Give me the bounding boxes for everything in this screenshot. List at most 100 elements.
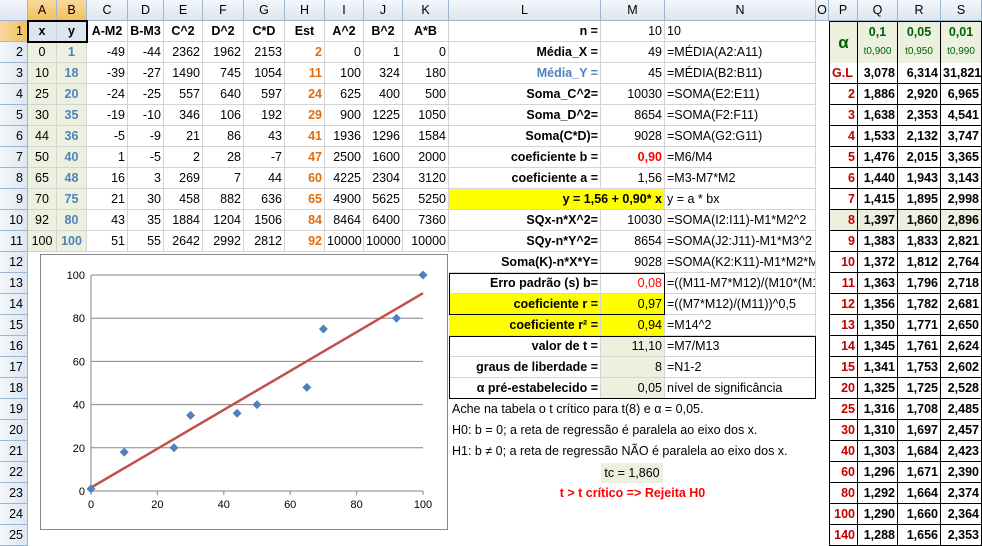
gl-cell[interactable]: 8	[829, 210, 858, 231]
table-cell[interactable]: 597	[244, 84, 285, 105]
table-cell[interactable]: 8464	[325, 210, 364, 231]
table-cell[interactable]: 30	[28, 105, 57, 126]
table-cell[interactable]: 24	[285, 84, 325, 105]
ttable-cell[interactable]: 1,761	[898, 336, 941, 357]
table-cell[interactable]: 1	[57, 42, 87, 63]
ttable-cell[interactable]: 1,771	[898, 315, 941, 336]
table-cell[interactable]: 2992	[203, 231, 244, 252]
ttable-cell[interactable]: 2,718	[941, 273, 982, 294]
table-cell[interactable]: 2000	[403, 147, 449, 168]
scatter-chart[interactable]: 0 20 40 60 80 100 0 20 40 60 80 100	[40, 254, 448, 530]
header-cell[interactable]: Est	[285, 21, 325, 42]
stat-value[interactable]: 0,05	[601, 378, 665, 399]
table-cell[interactable]: 2500	[325, 147, 364, 168]
column-header-h[interactable]: H	[285, 0, 325, 21]
ttable-cell[interactable]: 1,303	[858, 441, 898, 462]
ttable-cell[interactable]: 1,292	[858, 483, 898, 504]
ttable-cell[interactable]: 1,397	[858, 210, 898, 231]
table-cell[interactable]: 84	[285, 210, 325, 231]
ttable-cell[interactable]: 1,415	[858, 189, 898, 210]
ttable-cell[interactable]: 1,895	[898, 189, 941, 210]
table-cell[interactable]: 70	[28, 189, 57, 210]
formula-cell[interactable]: =M6/M4	[665, 147, 816, 168]
ttable-cell[interactable]: 3,143	[941, 168, 982, 189]
stat-value[interactable]: 9028	[601, 126, 665, 147]
table-cell[interactable]: 65	[285, 189, 325, 210]
table-cell[interactable]: 11	[285, 63, 325, 84]
formula-cell[interactable]: =SOMA(J2:J11)-M1*M3^2	[665, 231, 816, 252]
ttable-cell[interactable]: 2,364	[941, 504, 982, 525]
stat-value[interactable]: 10030	[601, 210, 665, 231]
formula-cell[interactable]: =MÉDIA(A2:A11)	[665, 42, 816, 63]
ttable-cell[interactable]: 2,485	[941, 399, 982, 420]
table-cell[interactable]: 3120	[403, 168, 449, 189]
table-cell[interactable]: -10	[128, 105, 164, 126]
ttable-cell[interactable]: 2,650	[941, 315, 982, 336]
table-cell[interactable]: 500	[403, 84, 449, 105]
table-cell[interactable]: 640	[203, 84, 244, 105]
column-header-d[interactable]: D	[128, 0, 164, 21]
ttable-cell[interactable]: 31,821	[941, 63, 982, 84]
table-cell[interactable]: 3	[128, 168, 164, 189]
table-cell[interactable]: 2304	[364, 168, 403, 189]
table-cell[interactable]: 28	[203, 147, 244, 168]
row-header-2[interactable]: 2	[0, 42, 28, 63]
column-header-k[interactable]: K	[403, 0, 449, 21]
table-cell[interactable]: 4225	[325, 168, 364, 189]
ttable-cell[interactable]: 1,325	[858, 378, 898, 399]
table-cell[interactable]: 100	[325, 63, 364, 84]
stat-value[interactable]: 0,90	[601, 147, 665, 168]
row-header-24[interactable]: 24	[0, 504, 28, 525]
table-cell[interactable]: 35	[128, 210, 164, 231]
table-cell[interactable]: 900	[325, 105, 364, 126]
table-cell[interactable]: 1050	[403, 105, 449, 126]
table-cell[interactable]: 100	[57, 231, 87, 252]
stat-value[interactable]: 11,10	[601, 336, 665, 357]
select-all-corner[interactable]	[0, 0, 28, 21]
row-header-19[interactable]: 19	[0, 399, 28, 420]
formula-cell[interactable]: nível de significância	[665, 378, 816, 399]
table-cell[interactable]: -25	[128, 84, 164, 105]
gl-cell[interactable]: 11	[829, 273, 858, 294]
ttable-cell[interactable]: 1,638	[858, 105, 898, 126]
ttable-cell[interactable]: 1,660	[898, 504, 941, 525]
column-header-r[interactable]: R	[898, 0, 941, 21]
table-cell[interactable]: 882	[203, 189, 244, 210]
ttable-cell[interactable]: 1,782	[898, 294, 941, 315]
table-cell[interactable]: 43	[244, 126, 285, 147]
formula-cell[interactable]: =M14^2	[665, 315, 816, 336]
formula-cell[interactable]: =SOMA(I2:I11)-M1*M2^2	[665, 210, 816, 231]
gl-cell[interactable]: 13	[829, 315, 858, 336]
ttable-cell[interactable]: 1,671	[898, 462, 941, 483]
gl-cell[interactable]: 10	[829, 252, 858, 273]
formula-cell[interactable]: =SOMA(E2:E11)	[665, 84, 816, 105]
table-cell[interactable]: 35	[57, 105, 87, 126]
table-cell[interactable]: 55	[128, 231, 164, 252]
header-cell[interactable]: C*D	[244, 21, 285, 42]
table-cell[interactable]: 29	[285, 105, 325, 126]
gl-cell[interactable]: G.L 1	[829, 63, 858, 84]
ttable-cell[interactable]: 1,341	[858, 357, 898, 378]
table-cell[interactable]: -27	[128, 63, 164, 84]
row-header-17[interactable]: 17	[0, 357, 28, 378]
ttable-cell[interactable]: 1,356	[858, 294, 898, 315]
table-cell[interactable]: 1584	[403, 126, 449, 147]
header-cell[interactable]: D^2	[203, 21, 244, 42]
table-cell[interactable]: 60	[285, 168, 325, 189]
table-cell[interactable]: -24	[87, 84, 128, 105]
tc-value[interactable]: tc = 1,860	[601, 463, 663, 483]
gl-cell[interactable]: 30	[829, 420, 858, 441]
table-cell[interactable]: 20	[57, 84, 87, 105]
formula-cell[interactable]: y = a * bx	[665, 189, 816, 210]
stat-value[interactable]: 8654	[601, 231, 665, 252]
column-header-q[interactable]: Q	[858, 0, 898, 21]
table-cell[interactable]: 1600	[364, 147, 403, 168]
table-cell[interactable]: 4900	[325, 189, 364, 210]
table-cell[interactable]: -9	[128, 126, 164, 147]
ttable-cell[interactable]: 2,681	[941, 294, 982, 315]
table-cell[interactable]: 269	[164, 168, 203, 189]
table-cell[interactable]: 47	[285, 147, 325, 168]
ttable-cell[interactable]: 1,310	[858, 420, 898, 441]
column-header-l[interactable]: L	[449, 0, 601, 21]
table-cell[interactable]: 180	[403, 63, 449, 84]
